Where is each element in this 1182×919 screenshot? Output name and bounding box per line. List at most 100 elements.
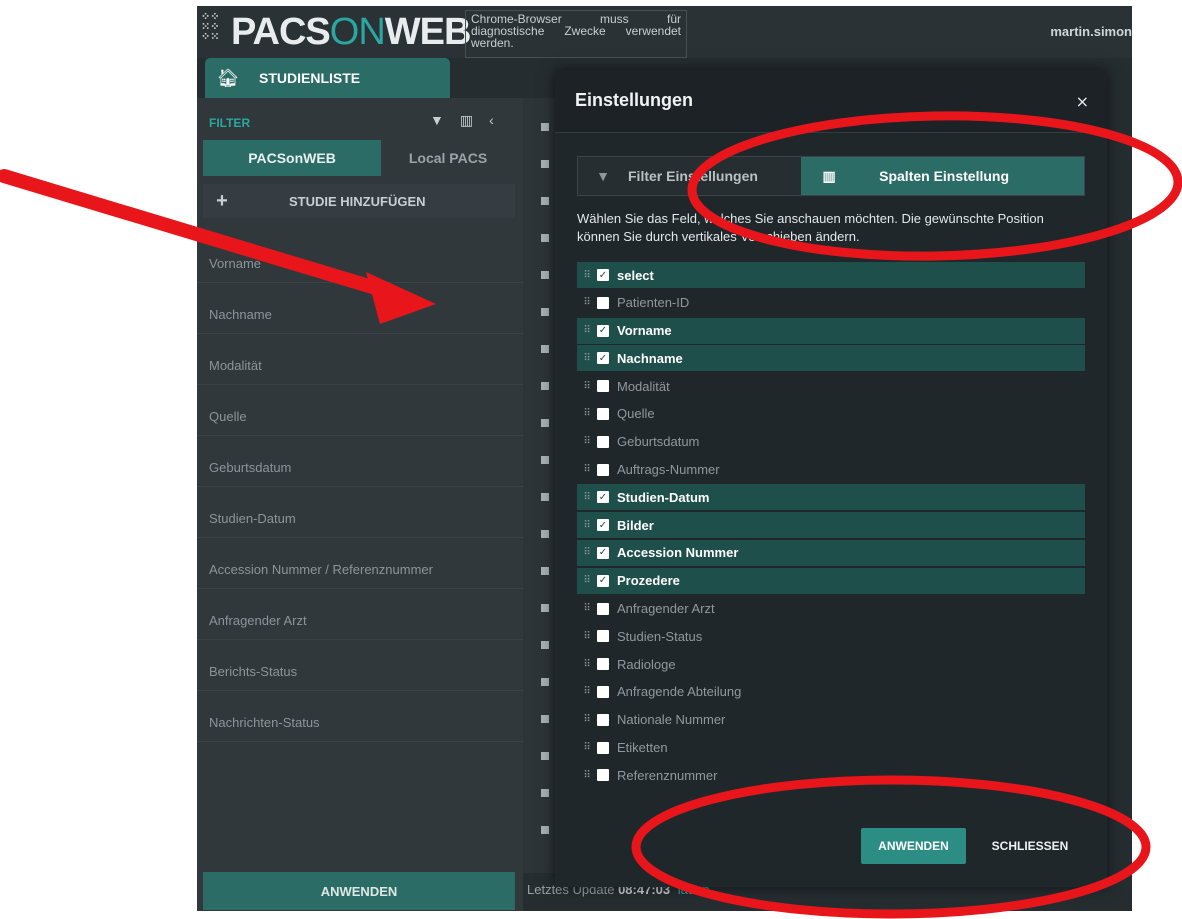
checkbox[interactable] (597, 407, 609, 420)
user-name[interactable]: martin.simon (1050, 24, 1132, 39)
checkbox[interactable]: ✓ (597, 574, 609, 587)
row-checkbox[interactable] (541, 234, 549, 242)
tab-column-settings[interactable]: ▥ Spalten Einstellung (801, 157, 1084, 195)
drag-handle-icon[interactable]: ⠿ (577, 436, 597, 447)
column-option[interactable]: ⠿ Quelle (577, 401, 1085, 427)
filter-field-studien-datum[interactable]: Studien-Datum (197, 487, 523, 538)
drag-handle-icon[interactable]: ⠿ (577, 770, 597, 781)
column-option[interactable]: ⠿ ✓ select (577, 262, 1085, 288)
column-option[interactable]: ⠿ Etiketten (577, 735, 1085, 761)
drag-handle-icon[interactable]: ⠿ (577, 686, 597, 697)
column-option[interactable]: ⠿ Anfragender Arzt (577, 596, 1085, 622)
drag-handle-icon[interactable]: ⠿ (577, 603, 597, 614)
checkbox[interactable]: ✓ (597, 269, 609, 281)
checkbox[interactable] (597, 658, 609, 671)
row-checkbox[interactable] (541, 456, 549, 464)
filter-field-anfragender-arzt[interactable]: Anfragender Arzt (197, 589, 523, 640)
row-checkbox[interactable] (541, 715, 549, 723)
filter-field-vorname[interactable]: Vorname (197, 232, 523, 283)
collapse-icon[interactable]: ‹ (489, 112, 494, 129)
checkbox[interactable] (597, 630, 609, 643)
column-option[interactable]: ⠿ ✓ Studien-Datum (577, 484, 1085, 511)
drag-handle-icon[interactable]: ⠿ (577, 270, 597, 281)
drag-handle-icon[interactable]: ⠿ (577, 464, 597, 475)
checkbox[interactable]: ✓ (597, 324, 609, 337)
column-option[interactable]: ⠿ ✓ Vorname (577, 317, 1085, 344)
row-checkbox[interactable] (541, 271, 549, 279)
column-option[interactable]: ⠿ Radiologe (577, 651, 1085, 677)
row-checkbox[interactable] (541, 345, 549, 353)
close-button[interactable]: SCHLIESSEN (975, 828, 1085, 864)
drag-handle-icon[interactable]: ⠿ (577, 659, 597, 670)
column-option[interactable]: ⠿ ✓ Prozedere (577, 567, 1085, 594)
tab-studienliste[interactable]: 🏠︎ STUDIENLISTE (205, 58, 450, 98)
row-checkbox[interactable] (541, 826, 549, 834)
checkbox[interactable] (597, 435, 609, 448)
drag-handle-icon[interactable]: ⠿ (577, 575, 597, 586)
column-option[interactable]: ⠿ Referenznummer (577, 762, 1085, 788)
filter-field-geburtsdatum[interactable]: Geburtsdatum (197, 436, 523, 487)
column-option[interactable]: ⠿ Modalität (577, 373, 1085, 399)
row-checkbox[interactable] (541, 530, 549, 538)
checkbox[interactable] (597, 296, 609, 309)
checkbox[interactable]: ✓ (597, 546, 609, 559)
row-checkbox[interactable] (541, 752, 549, 760)
tab-local-pacs[interactable]: Local PACS (381, 140, 515, 176)
row-checkbox[interactable] (541, 789, 549, 797)
row-checkbox[interactable] (541, 419, 549, 427)
row-checkbox[interactable] (541, 123, 549, 131)
checkbox[interactable] (597, 602, 609, 615)
sidebar-apply-button[interactable]: ANWENDEN (203, 872, 515, 910)
checkbox[interactable]: ✓ (597, 352, 609, 365)
row-checkbox[interactable] (541, 641, 549, 649)
drag-handle-icon[interactable]: ⠿ (577, 408, 597, 419)
column-option[interactable]: ⠿ Nationale Nummer (577, 707, 1085, 733)
drag-handle-icon[interactable]: ⠿ (577, 381, 597, 392)
tab-pacsonweb[interactable]: PACSonWEB (203, 140, 381, 176)
drag-handle-icon[interactable]: ⠿ (577, 353, 597, 364)
checkbox[interactable] (597, 713, 609, 726)
apply-button[interactable]: ANWENDEN (861, 828, 966, 864)
tab-filter-settings[interactable]: ▼ Filter Einstellungen (578, 157, 802, 195)
filter-icon[interactable]: ▼ (430, 112, 444, 129)
drag-handle-icon[interactable]: ⠿ (577, 714, 597, 725)
columns-icon[interactable]: ▥ (460, 112, 473, 129)
drag-handle-icon[interactable]: ⠿ (577, 520, 597, 531)
add-study-button[interactable]: + STUDIE HINZUFÜGEN (203, 184, 515, 218)
drag-handle-icon[interactable]: ⠿ (577, 492, 597, 503)
drag-handle-icon[interactable]: ⠿ (577, 631, 597, 642)
row-checkbox[interactable] (541, 493, 549, 501)
row-checkbox[interactable] (541, 308, 549, 316)
row-checkbox[interactable] (541, 160, 549, 168)
row-checkbox[interactable] (541, 197, 549, 205)
drag-handle-icon[interactable]: ⠿ (577, 297, 597, 308)
column-option[interactable]: ⠿ Anfragende Abteilung (577, 679, 1085, 705)
close-icon[interactable]: × (1076, 92, 1089, 111)
filter-field-quelle[interactable]: Quelle (197, 385, 523, 436)
column-option[interactable]: ⠿ Patienten-ID (577, 290, 1085, 316)
filter-field-accession[interactable]: Accession Nummer / Referenznummer (197, 538, 523, 589)
filter-field-nachrichten-status[interactable]: Nachrichten-Status (197, 691, 523, 742)
row-checkbox[interactable] (541, 604, 549, 612)
checkbox[interactable] (597, 685, 609, 698)
checkbox[interactable]: ✓ (597, 519, 609, 532)
row-checkbox[interactable] (541, 678, 549, 686)
column-option[interactable]: ⠿ Auftrags-Nummer (577, 457, 1085, 483)
checkbox[interactable] (597, 463, 609, 476)
column-option[interactable]: ⠿ Studien-Status (577, 623, 1085, 649)
row-checkbox[interactable] (541, 382, 549, 390)
column-option[interactable]: ⠿ ✓ Accession Nummer (577, 539, 1085, 566)
checkbox[interactable] (597, 769, 609, 782)
filter-field-nachname[interactable]: Nachname (197, 283, 523, 334)
drag-handle-icon[interactable]: ⠿ (577, 742, 597, 753)
filter-field-modalitaet[interactable]: Modalität (197, 334, 523, 385)
column-option[interactable]: ⠿ Geburtsdatum (577, 429, 1085, 455)
checkbox[interactable] (597, 380, 609, 393)
drag-handle-icon[interactable]: ⠿ (577, 547, 597, 558)
checkbox[interactable] (597, 741, 609, 754)
row-checkbox[interactable] (541, 567, 549, 575)
filter-field-berichts-status[interactable]: Berichts-Status (197, 640, 523, 691)
column-option[interactable]: ⠿ ✓ Nachname (577, 345, 1085, 372)
checkbox[interactable]: ✓ (597, 491, 609, 504)
drag-handle-icon[interactable]: ⠿ (577, 325, 597, 336)
